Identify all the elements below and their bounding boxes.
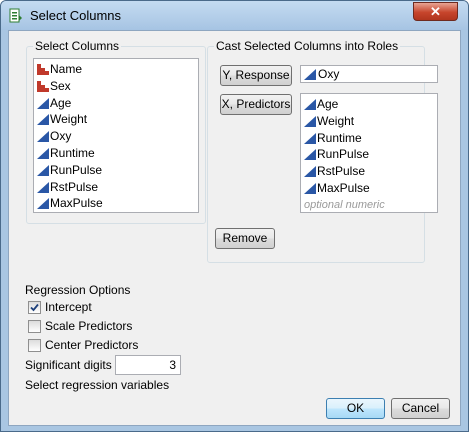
intercept-checkbox[interactable]: [28, 301, 41, 314]
y-response-button[interactable]: Y, Response: [220, 65, 292, 86]
continuous-icon: [304, 69, 316, 80]
cast-roles-group: Cast Selected Columns into Roles Y, Resp…: [207, 39, 438, 263]
ok-button[interactable]: OK: [326, 398, 385, 419]
x-predictors-button[interactable]: X, Predictors: [220, 94, 292, 115]
close-button[interactable]: ✕: [413, 2, 458, 21]
status-text: Select regression variables: [25, 378, 170, 392]
continuous-icon: [37, 97, 49, 109]
significant-digits-value: 3: [169, 358, 176, 372]
predictor-name: Age: [317, 97, 339, 111]
select-columns-title: Select Columns: [33, 39, 122, 53]
column-name: RstPulse: [50, 179, 99, 194]
x-predictors-placeholder: optional numeric: [304, 198, 385, 211]
column-name: Name: [50, 62, 83, 76]
column-name: MaxPulse: [50, 196, 103, 211]
checkmark-icon: [30, 303, 39, 312]
center-predictors-label: Center Predictors: [45, 338, 139, 352]
continuous-icon: [37, 148, 49, 159]
app-icon: [9, 8, 22, 23]
predictor-name: Runtime: [317, 130, 362, 145]
nominal-icon: [37, 80, 49, 92]
column-name: Oxy: [50, 129, 72, 144]
column-name: Runtime: [50, 146, 95, 160]
predictor-name: RunPulse: [317, 147, 370, 162]
continuous-icon: [304, 166, 316, 178]
predictor-name: Weight: [317, 113, 355, 128]
continuous-icon: [304, 183, 316, 194]
select-columns-group: Select Columns Name Sex Age Weight Oxy Runtim…: [26, 39, 206, 224]
continuous-icon: [304, 115, 316, 127]
intercept-label: Intercept: [45, 300, 92, 314]
column-name: Sex: [50, 78, 71, 93]
center-predictors-checkbox[interactable]: [28, 339, 41, 352]
nominal-icon: [37, 64, 49, 75]
continuous-icon: [304, 99, 316, 110]
significant-digits-label: Significant digits: [25, 358, 112, 372]
cast-roles-title: Cast Selected Columns into Roles: [214, 39, 401, 53]
continuous-icon: [37, 114, 49, 126]
x-predictors-list[interactable]: Age Weight Runtime RunPulse RstPulse MaxPulse…: [300, 93, 438, 213]
significant-digits-input[interactable]: 3: [115, 355, 181, 375]
y-response-value: Oxy: [318, 67, 340, 81]
y-response-field[interactable]: Oxy: [300, 65, 438, 83]
remove-button[interactable]: Remove: [215, 228, 275, 249]
scale-predictors-label: Scale Predictors: [45, 319, 133, 333]
dialog-client: Select Columns Name Sex Age Weight Oxy Runtim…: [8, 30, 461, 426]
predictor-name: RstPulse: [317, 164, 366, 179]
title-bar[interactable]: Select Columns ✕: [1, 1, 468, 30]
continuous-icon: [37, 198, 49, 210]
cancel-button[interactable]: Cancel: [391, 398, 450, 419]
column-list[interactable]: Name Sex Age Weight Oxy Runtime RunPulse RstPul…: [33, 58, 199, 213]
dialog-window: Select Columns ✕ Select Columns Name Sex A…: [0, 0, 469, 432]
window-title: Select Columns: [30, 8, 122, 23]
continuous-icon: [304, 132, 316, 144]
column-name: RunPulse: [50, 162, 103, 177]
column-name: Weight: [50, 112, 88, 127]
continuous-icon: [37, 164, 49, 176]
scale-predictors-checkbox[interactable]: [28, 320, 41, 333]
predictor-name: MaxPulse: [317, 181, 370, 195]
continuous-icon: [304, 149, 316, 161]
column-name: Age: [50, 95, 72, 110]
continuous-icon: [37, 181, 49, 193]
continuous-icon: [37, 131, 49, 143]
regression-options-title: Regression Options: [25, 283, 131, 297]
